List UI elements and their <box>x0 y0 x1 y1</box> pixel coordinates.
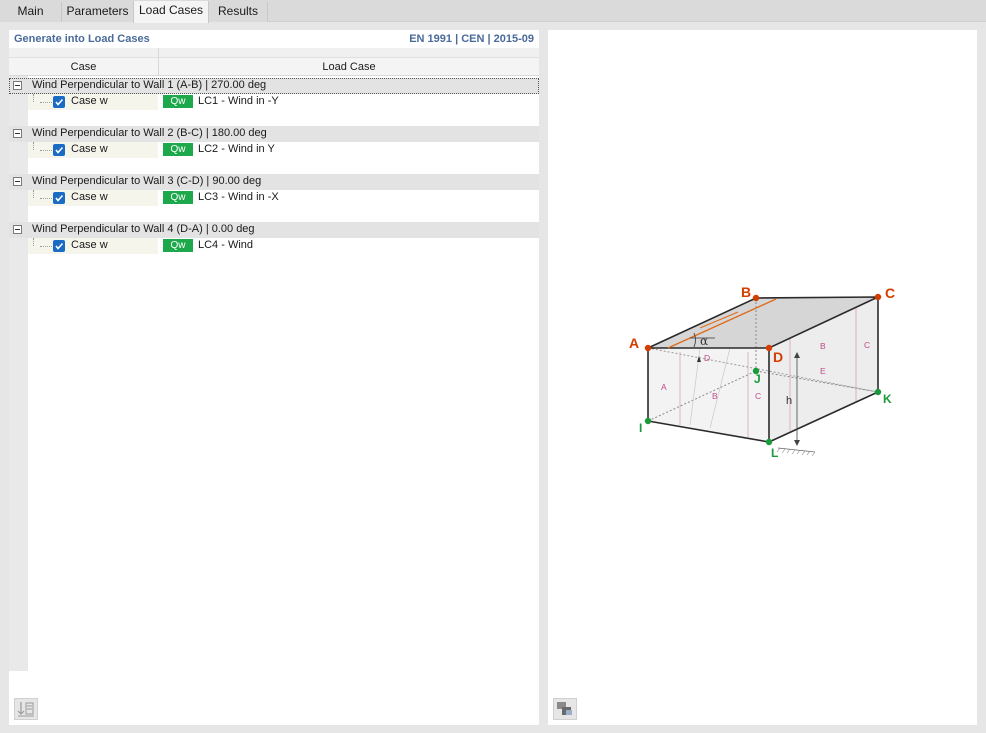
group-label: Wind Perpendicular to Wall 1 (A-B) | 270… <box>32 79 267 91</box>
load-case-label[interactable]: LC2 - Wind in Y <box>198 143 275 155</box>
corner-label-i: I <box>639 421 642 435</box>
angle-label: α <box>700 334 708 348</box>
case-cell: Case w <box>28 238 158 254</box>
support-hatch <box>776 447 816 457</box>
panel-header: Generate into Load Cases EN 1991 | CEN |… <box>9 30 539 48</box>
column-divider <box>158 48 159 76</box>
corner-point-c <box>874 293 882 301</box>
case-checkbox[interactable] <box>53 96 65 108</box>
collapse-icon[interactable] <box>13 129 22 138</box>
zone-label: C <box>864 340 870 350</box>
building-wind-diagram: α h A B C D E B C A B C D I J K L <box>629 284 895 460</box>
case-row-wall-2[interactable]: Case w Qw LC2 - Wind in Y <box>28 142 539 158</box>
group-row-wall-4[interactable]: Wind Perpendicular to Wall 4 (D-A) | 0.0… <box>9 222 539 238</box>
arrow-icon <box>794 440 800 446</box>
tree-line <box>33 94 34 102</box>
group-row-wall-2[interactable]: Wind Perpendicular to Wall 2 (B-C) | 180… <box>9 126 539 142</box>
tree-line <box>33 142 34 150</box>
checkmark-icon <box>55 194 64 202</box>
checkmark-icon <box>55 146 64 154</box>
load-type-badge: Qw <box>163 239 193 252</box>
tab-bar: Main Parameters Load Cases Results <box>0 0 986 23</box>
tree-line <box>40 150 52 151</box>
spacer-row <box>28 110 539 126</box>
spacer-row <box>28 158 539 174</box>
checkmark-icon <box>55 242 64 250</box>
group-label: Wind Perpendicular to Wall 4 (D-A) | 0.0… <box>32 223 255 235</box>
zone-label: C <box>755 391 761 401</box>
collapse-icon[interactable] <box>13 81 22 90</box>
tab-parameters[interactable]: Parameters <box>62 2 134 22</box>
load-case-label[interactable]: LC3 - Wind in -X <box>198 191 279 203</box>
case-label: Case w <box>71 143 108 155</box>
checkmark-icon <box>55 98 64 106</box>
column-headers: Case Load Case <box>9 58 539 76</box>
spacer-row <box>28 206 539 222</box>
tab-main[interactable]: Main <box>0 2 62 22</box>
load-type-badge: Qw <box>163 95 193 108</box>
corner-label-k: K <box>883 392 892 406</box>
case-label: Case w <box>71 239 108 251</box>
height-label: h <box>786 395 792 407</box>
corner-point-b <box>752 294 760 302</box>
tree-line <box>40 102 52 103</box>
case-cell: Case w <box>28 142 158 158</box>
corner-label-j: J <box>754 372 761 386</box>
load-type-badge: Qw <box>163 191 193 204</box>
corner-label-b: B <box>741 284 751 300</box>
case-checkbox[interactable] <box>53 192 65 204</box>
tree-line <box>40 246 52 247</box>
case-cell: Case w <box>28 190 158 206</box>
export-button[interactable] <box>14 698 38 720</box>
corner-point-i <box>644 417 652 425</box>
zone-label: B <box>712 391 718 401</box>
collapse-icon[interactable] <box>13 177 22 186</box>
case-checkbox[interactable] <box>53 240 65 252</box>
load-type-badge: Qw <box>163 143 193 156</box>
corner-label-l: L <box>771 446 778 460</box>
tab-load-cases[interactable]: Load Cases <box>133 1 209 23</box>
tab-results[interactable]: Results <box>209 2 268 22</box>
column-header-load-case[interactable]: Load Case <box>159 61 539 73</box>
corner-point-d <box>765 344 773 352</box>
case-label: Case w <box>71 191 108 203</box>
corner-point-k <box>874 388 882 396</box>
case-row-wall-3[interactable]: Case w Qw LC3 - Wind in -X <box>28 190 539 206</box>
view-options-button[interactable] <box>553 698 577 720</box>
case-checkbox[interactable] <box>53 144 65 156</box>
load-case-label[interactable]: LC1 - Wind in -Y <box>198 95 279 107</box>
group-label: Wind Perpendicular to Wall 2 (B-C) | 180… <box>32 127 267 139</box>
zone-label: A <box>661 382 667 392</box>
tree-line <box>40 198 52 199</box>
tree-line <box>33 190 34 198</box>
case-cell: Case w <box>28 94 158 110</box>
standard-label: EN 1991 | CEN | 2015-09 <box>409 33 534 45</box>
corner-point-a <box>644 344 652 352</box>
case-row-wall-1[interactable]: Case w Qw LC1 - Wind in -Y <box>28 94 539 110</box>
export-icon <box>17 702 34 717</box>
tree-gutter <box>9 76 28 671</box>
column-header-case[interactable]: Case <box>9 61 158 73</box>
zone-label: E <box>820 366 826 376</box>
view-options-icon <box>557 702 572 715</box>
group-row-wall-3[interactable]: Wind Perpendicular to Wall 3 (C-D) | 90.… <box>9 174 539 190</box>
diagram-panel: α h A B C D E B C A B C D I J K L <box>548 30 977 725</box>
case-label: Case w <box>71 95 108 107</box>
group-label: Wind Perpendicular to Wall 3 (C-D) | 90.… <box>32 175 262 187</box>
group-row-wall-1[interactable]: Wind Perpendicular to Wall 1 (A-B) | 270… <box>9 78 539 94</box>
grid-header-band <box>9 48 539 58</box>
corner-label-c: C <box>885 285 895 301</box>
load-cases-panel: Generate into Load Cases EN 1991 | CEN |… <box>9 30 539 725</box>
panel-title: Generate into Load Cases <box>14 33 150 45</box>
case-row-wall-4[interactable]: Case w Qw LC4 - Wind <box>28 238 539 254</box>
load-case-label[interactable]: LC4 - Wind <box>198 239 253 251</box>
corner-label-a: A <box>629 335 639 351</box>
corner-label-d: D <box>773 349 783 365</box>
collapse-icon[interactable] <box>13 225 22 234</box>
tree-line <box>33 238 34 246</box>
zone-label: D <box>704 353 710 363</box>
corner-point-l <box>765 438 773 446</box>
zone-label: B <box>820 341 826 351</box>
